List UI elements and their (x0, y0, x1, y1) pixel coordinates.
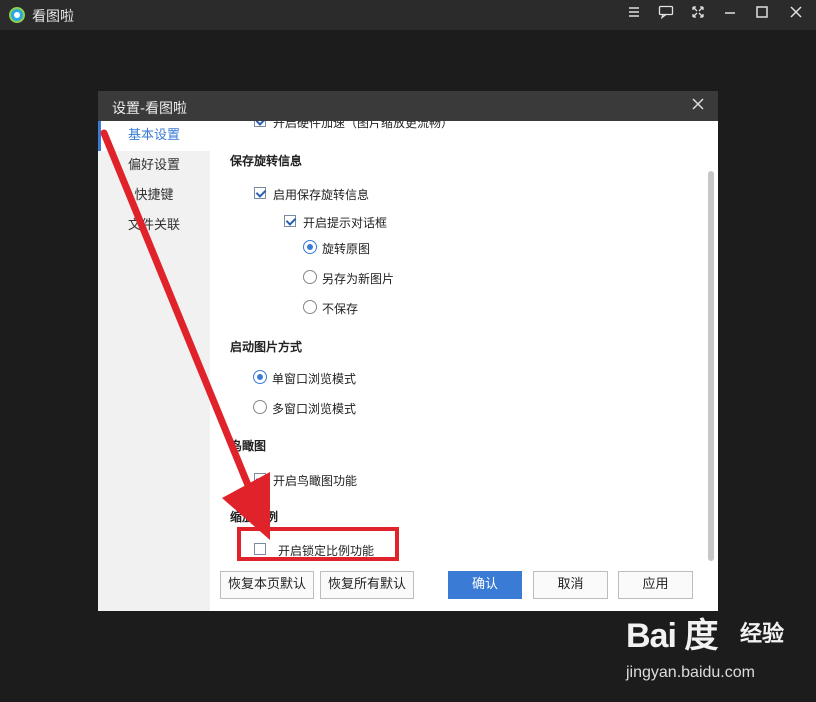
section-title-ratio: 缩放比例 (230, 510, 279, 524)
app-logo-icon (9, 7, 25, 23)
settings-nav: 基本设置 偏好设置 快捷键 文件关联 (98, 121, 210, 611)
rotate-original-radio[interactable] (303, 240, 317, 254)
fullscreen-icon[interactable] (688, 5, 708, 25)
maximize-icon[interactable] (752, 5, 772, 25)
feedback-icon[interactable] (656, 5, 676, 25)
launch-single-radio[interactable] (253, 370, 267, 384)
settings-scrollbar[interactable] (708, 171, 714, 561)
watermark-url: jingyan.baidu.com (626, 664, 755, 681)
annotation-highlight-box (237, 527, 399, 561)
minimize-icon[interactable] (720, 5, 740, 25)
birdview-checkbox[interactable] (254, 473, 266, 485)
hardware-accel-label: 开启硬件加速（图片缩放更流畅） (273, 121, 454, 130)
nav-item-preference[interactable]: 偏好设置 (98, 151, 210, 181)
settings-content: 开启硬件加速（图片缩放更流畅） 保存旋转信息 启用保存旋转信息 开启提示对话框 … (210, 121, 718, 561)
ok-button[interactable]: 确认 (448, 571, 522, 599)
rotate-enable-checkbox[interactable] (254, 187, 266, 199)
birdview-label: 开启鸟瞰图功能 (273, 474, 358, 488)
nav-item-shortcuts[interactable]: 快捷键 (98, 181, 210, 211)
rotate-enable-label: 启用保存旋转信息 (273, 188, 370, 202)
watermark-logo: Bai 度 (626, 617, 718, 655)
rotate-saveas-label: 另存为新图片 (322, 272, 395, 286)
watermark: Bai 度 经验 jingyan.baidu.com (600, 608, 810, 693)
hardware-accel-checkbox[interactable] (254, 121, 266, 127)
rotate-nosave-radio[interactable] (303, 300, 317, 314)
section-title-launch: 启动图片方式 (230, 340, 303, 354)
dialog-close-icon[interactable] (688, 96, 708, 116)
close-icon[interactable] (786, 5, 806, 25)
section-title-birdview: 鸟瞰图 (230, 439, 267, 453)
cancel-button[interactable]: 取消 (533, 571, 608, 599)
restore-page-defaults-button[interactable]: 恢复本页默认 (220, 571, 314, 599)
dialog-titlebar: 设置-看图啦 (98, 91, 718, 121)
menu-icon[interactable] (624, 5, 644, 25)
launch-single-label: 单窗口浏览模式 (272, 372, 357, 386)
dialog-title: 设置-看图啦 (112, 101, 188, 117)
settings-dialog: 设置-看图啦 基本设置 偏好设置 快捷键 文件关联 开启硬件加速（图片缩放更流畅… (98, 91, 718, 611)
app-title: 看图啦 (32, 9, 74, 25)
nav-item-basic[interactable]: 基本设置 (98, 121, 210, 151)
app-titlebar: 看图啦 (0, 0, 816, 30)
launch-multi-label: 多窗口浏览模式 (272, 402, 357, 416)
apply-button[interactable]: 应用 (618, 571, 693, 599)
launch-multi-radio[interactable] (253, 400, 267, 414)
restore-all-defaults-button[interactable]: 恢复所有默认 (320, 571, 414, 599)
rotate-original-label: 旋转原图 (322, 242, 371, 256)
rotate-prompt-checkbox[interactable] (284, 215, 296, 227)
rotate-nosave-label: 不保存 (322, 302, 359, 316)
rotate-saveas-radio[interactable] (303, 270, 317, 284)
nav-item-file-association[interactable]: 文件关联 (98, 211, 210, 241)
watermark-brand: 经验 (740, 622, 785, 647)
rotate-prompt-label: 开启提示对话框 (303, 216, 388, 230)
section-title-rotate: 保存旋转信息 (230, 154, 303, 168)
